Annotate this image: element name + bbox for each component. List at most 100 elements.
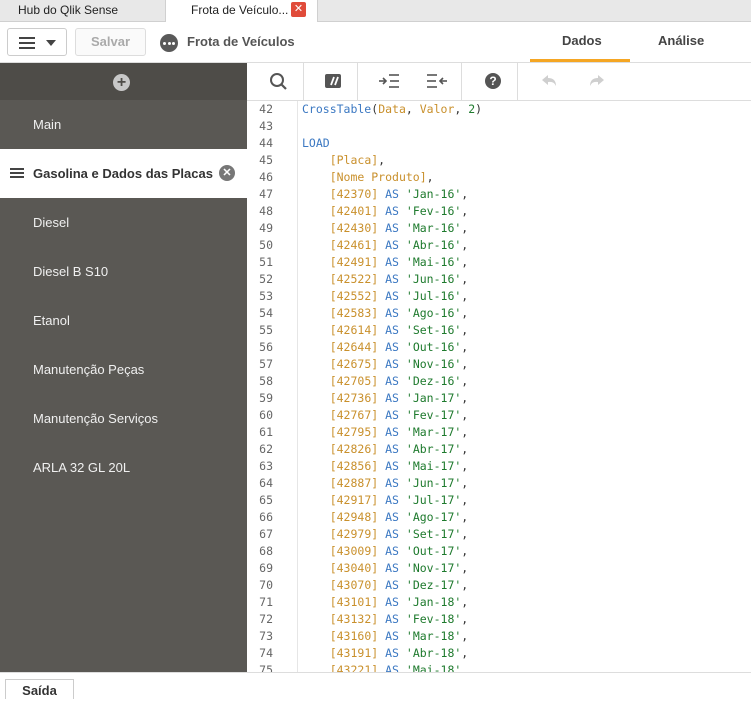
code-line: CrossTable(Data, Valor, 2) — [298, 101, 751, 118]
code-keyword: AS — [385, 306, 399, 320]
line-number: 69 — [259, 561, 273, 575]
code-string: 'Jan-16' — [405, 187, 462, 201]
tab-hub[interactable]: Hub do Qlik Sense Desktop — [0, 0, 165, 38]
code-keyword: AS — [385, 340, 399, 354]
code-keyword: AS — [385, 612, 399, 626]
line-number: 46 — [259, 170, 273, 184]
code-line: [42401] AS 'Fev-16', — [298, 203, 751, 220]
code-string: 'Jun-16' — [405, 272, 462, 286]
search-button[interactable] — [255, 63, 304, 100]
line-number: 67 — [259, 527, 273, 541]
section-label: Manutenção Peças — [33, 362, 145, 377]
code-string: 'Mai-17' — [405, 459, 462, 473]
section-diesel[interactable]: Diesel — [0, 198, 247, 247]
nav-tab-analise[interactable]: Análise — [658, 33, 704, 48]
line-number: 58 — [259, 374, 273, 388]
code-string: 'Fev-16' — [405, 204, 462, 218]
section-gasolina[interactable]: Gasolina e Dados das Placas ✕ — [0, 149, 247, 198]
redo-button[interactable] — [573, 63, 621, 100]
code-string: 'Abr-18' — [405, 646, 462, 660]
code-line: [43070] AS 'Dez-17', — [298, 577, 751, 594]
code-punct: , — [461, 340, 469, 354]
line-number: 68 — [259, 544, 273, 558]
exit-button[interactable]: Saída — [5, 679, 74, 699]
code-line: [42461] AS 'Abr-16', — [298, 237, 751, 254]
line-number: 52 — [259, 272, 273, 286]
line-number: 61 — [259, 425, 273, 439]
section-arla[interactable]: ARLA 32 GL 20L — [0, 443, 247, 492]
line-number: 65 — [259, 493, 273, 507]
outdent-button[interactable] — [413, 63, 462, 100]
code-line: [42826] AS 'Abr-17', — [298, 441, 751, 458]
code-keyword: AS — [385, 374, 399, 388]
code-string: 'Mai-18' — [405, 663, 462, 672]
undo-button[interactable] — [525, 63, 573, 100]
code-punct: , — [461, 544, 469, 558]
code-field: [42461] — [329, 238, 379, 252]
global-menu-button[interactable] — [7, 28, 67, 56]
save-button[interactable]: Salvar — [75, 28, 146, 56]
code-line: LOAD — [298, 135, 751, 152]
code-keyword: AS — [385, 272, 399, 286]
section-manutencao-pecas[interactable]: Manutenção Peças — [0, 345, 247, 394]
hamburger-icon — [19, 37, 35, 39]
section-manutencao-servicos[interactable]: Manutenção Serviços — [0, 394, 247, 443]
code-punct: , — [461, 612, 469, 626]
indent-button[interactable] — [365, 63, 413, 100]
line-number: 49 — [259, 221, 273, 235]
active-tab-indicator — [530, 59, 630, 62]
code-line: [43160] AS 'Mar-18', — [298, 628, 751, 645]
window-tab-bar: Hub do Qlik Sense Desktop Frota de Veícu… — [0, 0, 751, 38]
line-number: 55 — [259, 323, 273, 337]
code-string: 'Abr-16' — [405, 238, 462, 252]
undo-icon — [542, 75, 556, 86]
section-label: Gasolina e Dados das Placas — [33, 166, 213, 181]
script-sections-sidebar: + Main Gasolina e Dados das Placas ✕ Die… — [0, 63, 247, 672]
code-keyword: AS — [385, 578, 399, 592]
line-number: 48 — [259, 204, 273, 218]
code-field: [43160] — [329, 629, 379, 643]
line-number: 42 — [259, 102, 273, 116]
code-line: [43221] AS 'Mai-18', — [298, 662, 751, 672]
drag-handle-icon[interactable] — [10, 168, 24, 170]
code-string: 'Out-16' — [405, 340, 462, 354]
code-punct: , — [461, 357, 469, 371]
code-field: [43191] — [329, 646, 379, 660]
tab-close-icon[interactable]: ✕ — [291, 2, 306, 17]
add-section-icon[interactable]: + — [113, 74, 130, 91]
code-line: [Nome Produto], — [298, 169, 751, 186]
script-editor[interactable]: CrossTable(Data, Valor, 2) LOAD [Placa], … — [298, 101, 751, 672]
code-field: [42401] — [329, 204, 379, 218]
code-field: [42795] — [329, 425, 379, 439]
comment-button[interactable] — [309, 63, 358, 100]
code-keyword: AS — [385, 629, 399, 643]
code-field: [43101] — [329, 595, 379, 609]
section-etanol[interactable]: Etanol — [0, 296, 247, 345]
code-keyword: AS — [385, 238, 399, 252]
nav-tab-dados[interactable]: Dados — [562, 33, 602, 48]
code-punct: , — [461, 221, 469, 235]
code-field: [42644] — [329, 340, 379, 354]
code-string: 'Fev-17' — [405, 408, 462, 422]
help-button[interactable]: ? — [469, 63, 518, 100]
app-options-icon[interactable] — [160, 34, 178, 52]
code-string: 'Set-16' — [405, 323, 462, 337]
section-main[interactable]: Main — [0, 100, 247, 149]
section-diesel-b-s10[interactable]: Diesel B S10 — [0, 247, 247, 296]
delete-section-icon[interactable]: ✕ — [219, 165, 235, 181]
code-string: 'Fev-18' — [405, 612, 462, 626]
